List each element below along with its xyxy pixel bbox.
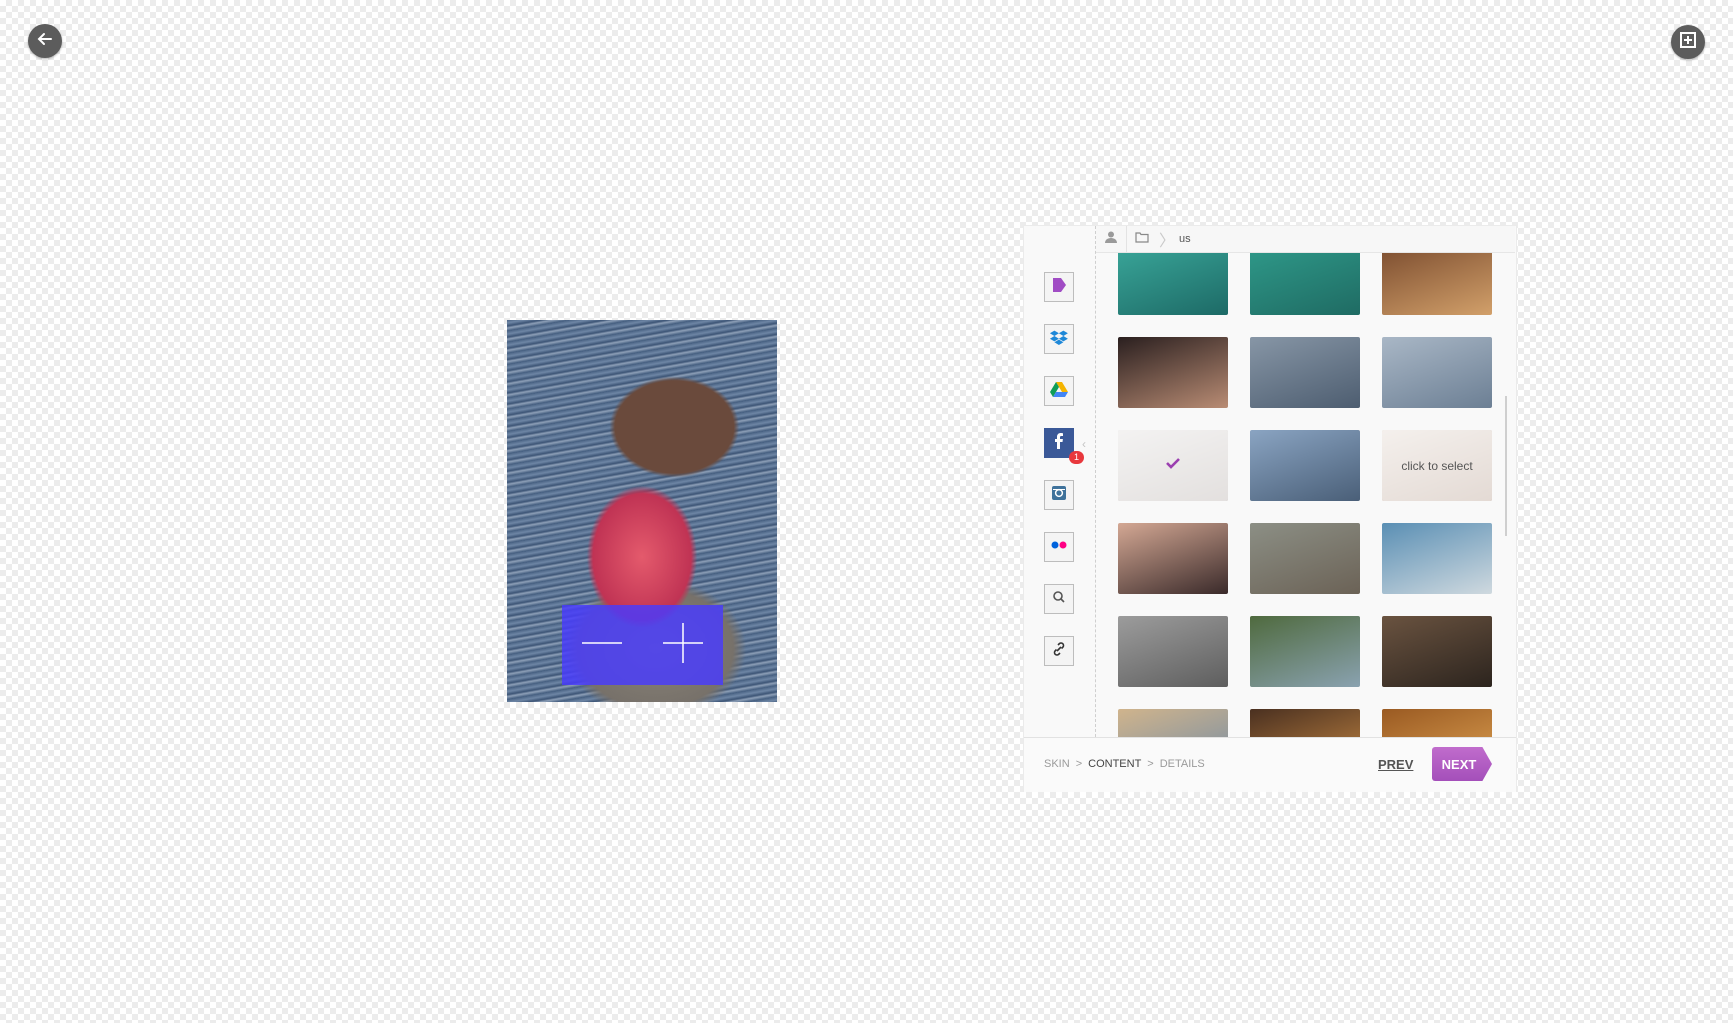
notification-badge: 1 bbox=[1069, 451, 1084, 464]
photo-thumbnail[interactable] bbox=[1382, 337, 1492, 408]
instagram-icon bbox=[1049, 483, 1069, 508]
drive-icon bbox=[1049, 379, 1069, 404]
photo-thumbnail[interactable] bbox=[1118, 337, 1228, 408]
step-indicator: SKIN > CONTENT > DETAILS bbox=[1044, 758, 1205, 770]
step-skin[interactable]: SKIN bbox=[1044, 758, 1070, 770]
link-source-button[interactable] bbox=[1044, 636, 1074, 666]
folder-icon bbox=[1135, 230, 1149, 249]
photo-thumbnail[interactable] bbox=[1118, 523, 1228, 594]
photo-thumbnail[interactable] bbox=[1118, 616, 1228, 687]
facebook-icon bbox=[1049, 431, 1069, 456]
photo-thumbnail[interactable] bbox=[1118, 709, 1228, 737]
photo-thumbnail[interactable] bbox=[1250, 616, 1360, 687]
photo-thumbnail[interactable] bbox=[1118, 253, 1228, 315]
breadcrumb: 〉 us bbox=[1096, 226, 1515, 253]
breadcrumb-folder[interactable]: us bbox=[1179, 233, 1191, 245]
dropbox-icon bbox=[1049, 327, 1069, 352]
selected-overlay bbox=[1118, 430, 1228, 501]
step-content[interactable]: CONTENT bbox=[1088, 758, 1141, 770]
arrow-left-icon bbox=[35, 29, 55, 54]
dropbox-source-button[interactable] bbox=[1044, 324, 1074, 354]
minus-icon bbox=[580, 621, 624, 670]
user-icon bbox=[1104, 230, 1118, 249]
flickr-source-button[interactable] bbox=[1044, 532, 1074, 562]
account-button[interactable] bbox=[1096, 226, 1127, 252]
plus-icon bbox=[661, 621, 705, 670]
photo-thumbnail[interactable] bbox=[1250, 253, 1360, 315]
prev-button[interactable]: PREV bbox=[1378, 757, 1413, 772]
photo-thumbnail[interactable] bbox=[1118, 430, 1228, 501]
fit-frame-button[interactable] bbox=[1671, 25, 1705, 59]
folder-root-button[interactable] bbox=[1127, 226, 1157, 252]
wizard-footer: SKIN > CONTENT > DETAILS PREV NEXT bbox=[1024, 737, 1516, 792]
photo-thumbnail[interactable] bbox=[1382, 616, 1492, 687]
facebook-source-button[interactable]: 1 bbox=[1044, 428, 1084, 464]
hover-overlay: click to select bbox=[1382, 430, 1492, 501]
zoom-out-button[interactable] bbox=[562, 605, 643, 685]
link-icon bbox=[1049, 639, 1069, 664]
search-icon bbox=[1049, 587, 1069, 612]
photo-thumbnail[interactable] bbox=[1250, 709, 1360, 737]
photo-thumbnail[interactable] bbox=[1382, 523, 1492, 594]
photo-thumbnail[interactable] bbox=[1250, 430, 1360, 501]
checkmark-icon bbox=[1164, 454, 1182, 477]
step-separator: > bbox=[1075, 758, 1083, 770]
chevron-left-icon: ‹ bbox=[1082, 437, 1086, 451]
photo-picker-panel: 1 ‹ 〉 us click to select SKIN > CONTENT > DE bbox=[1023, 225, 1517, 792]
fit-frame-icon bbox=[1678, 30, 1698, 55]
source-list: 1 ‹ bbox=[1024, 226, 1096, 737]
scrollbar[interactable] bbox=[1505, 396, 1507, 536]
tag-icon bbox=[1049, 275, 1069, 300]
photo-gallery: click to select bbox=[1096, 253, 1515, 737]
photo-preview[interactable] bbox=[507, 320, 777, 702]
back-button[interactable] bbox=[28, 24, 62, 58]
select-hint: click to select bbox=[1401, 458, 1473, 473]
photo-thumbnail[interactable] bbox=[1250, 523, 1360, 594]
tag-source-button[interactable] bbox=[1044, 272, 1074, 302]
photo-thumbnail[interactable] bbox=[1250, 337, 1360, 408]
photo-thumbnail[interactable] bbox=[1382, 709, 1492, 737]
step-separator: > bbox=[1147, 758, 1154, 770]
photo-thumbnail[interactable]: click to select bbox=[1382, 430, 1492, 501]
drive-source-button[interactable] bbox=[1044, 376, 1074, 406]
photo-thumbnail[interactable] bbox=[1382, 253, 1492, 315]
zoom-control bbox=[562, 605, 723, 685]
step-details[interactable]: DETAILS bbox=[1160, 758, 1205, 770]
zoom-in-button[interactable] bbox=[643, 605, 724, 685]
search-source-button[interactable] bbox=[1044, 584, 1074, 614]
next-button[interactable]: NEXT bbox=[1432, 747, 1492, 781]
chevron-right-icon: 〉 bbox=[1159, 233, 1176, 250]
flickr-icon bbox=[1049, 535, 1069, 560]
instagram-source-button[interactable] bbox=[1044, 480, 1074, 510]
